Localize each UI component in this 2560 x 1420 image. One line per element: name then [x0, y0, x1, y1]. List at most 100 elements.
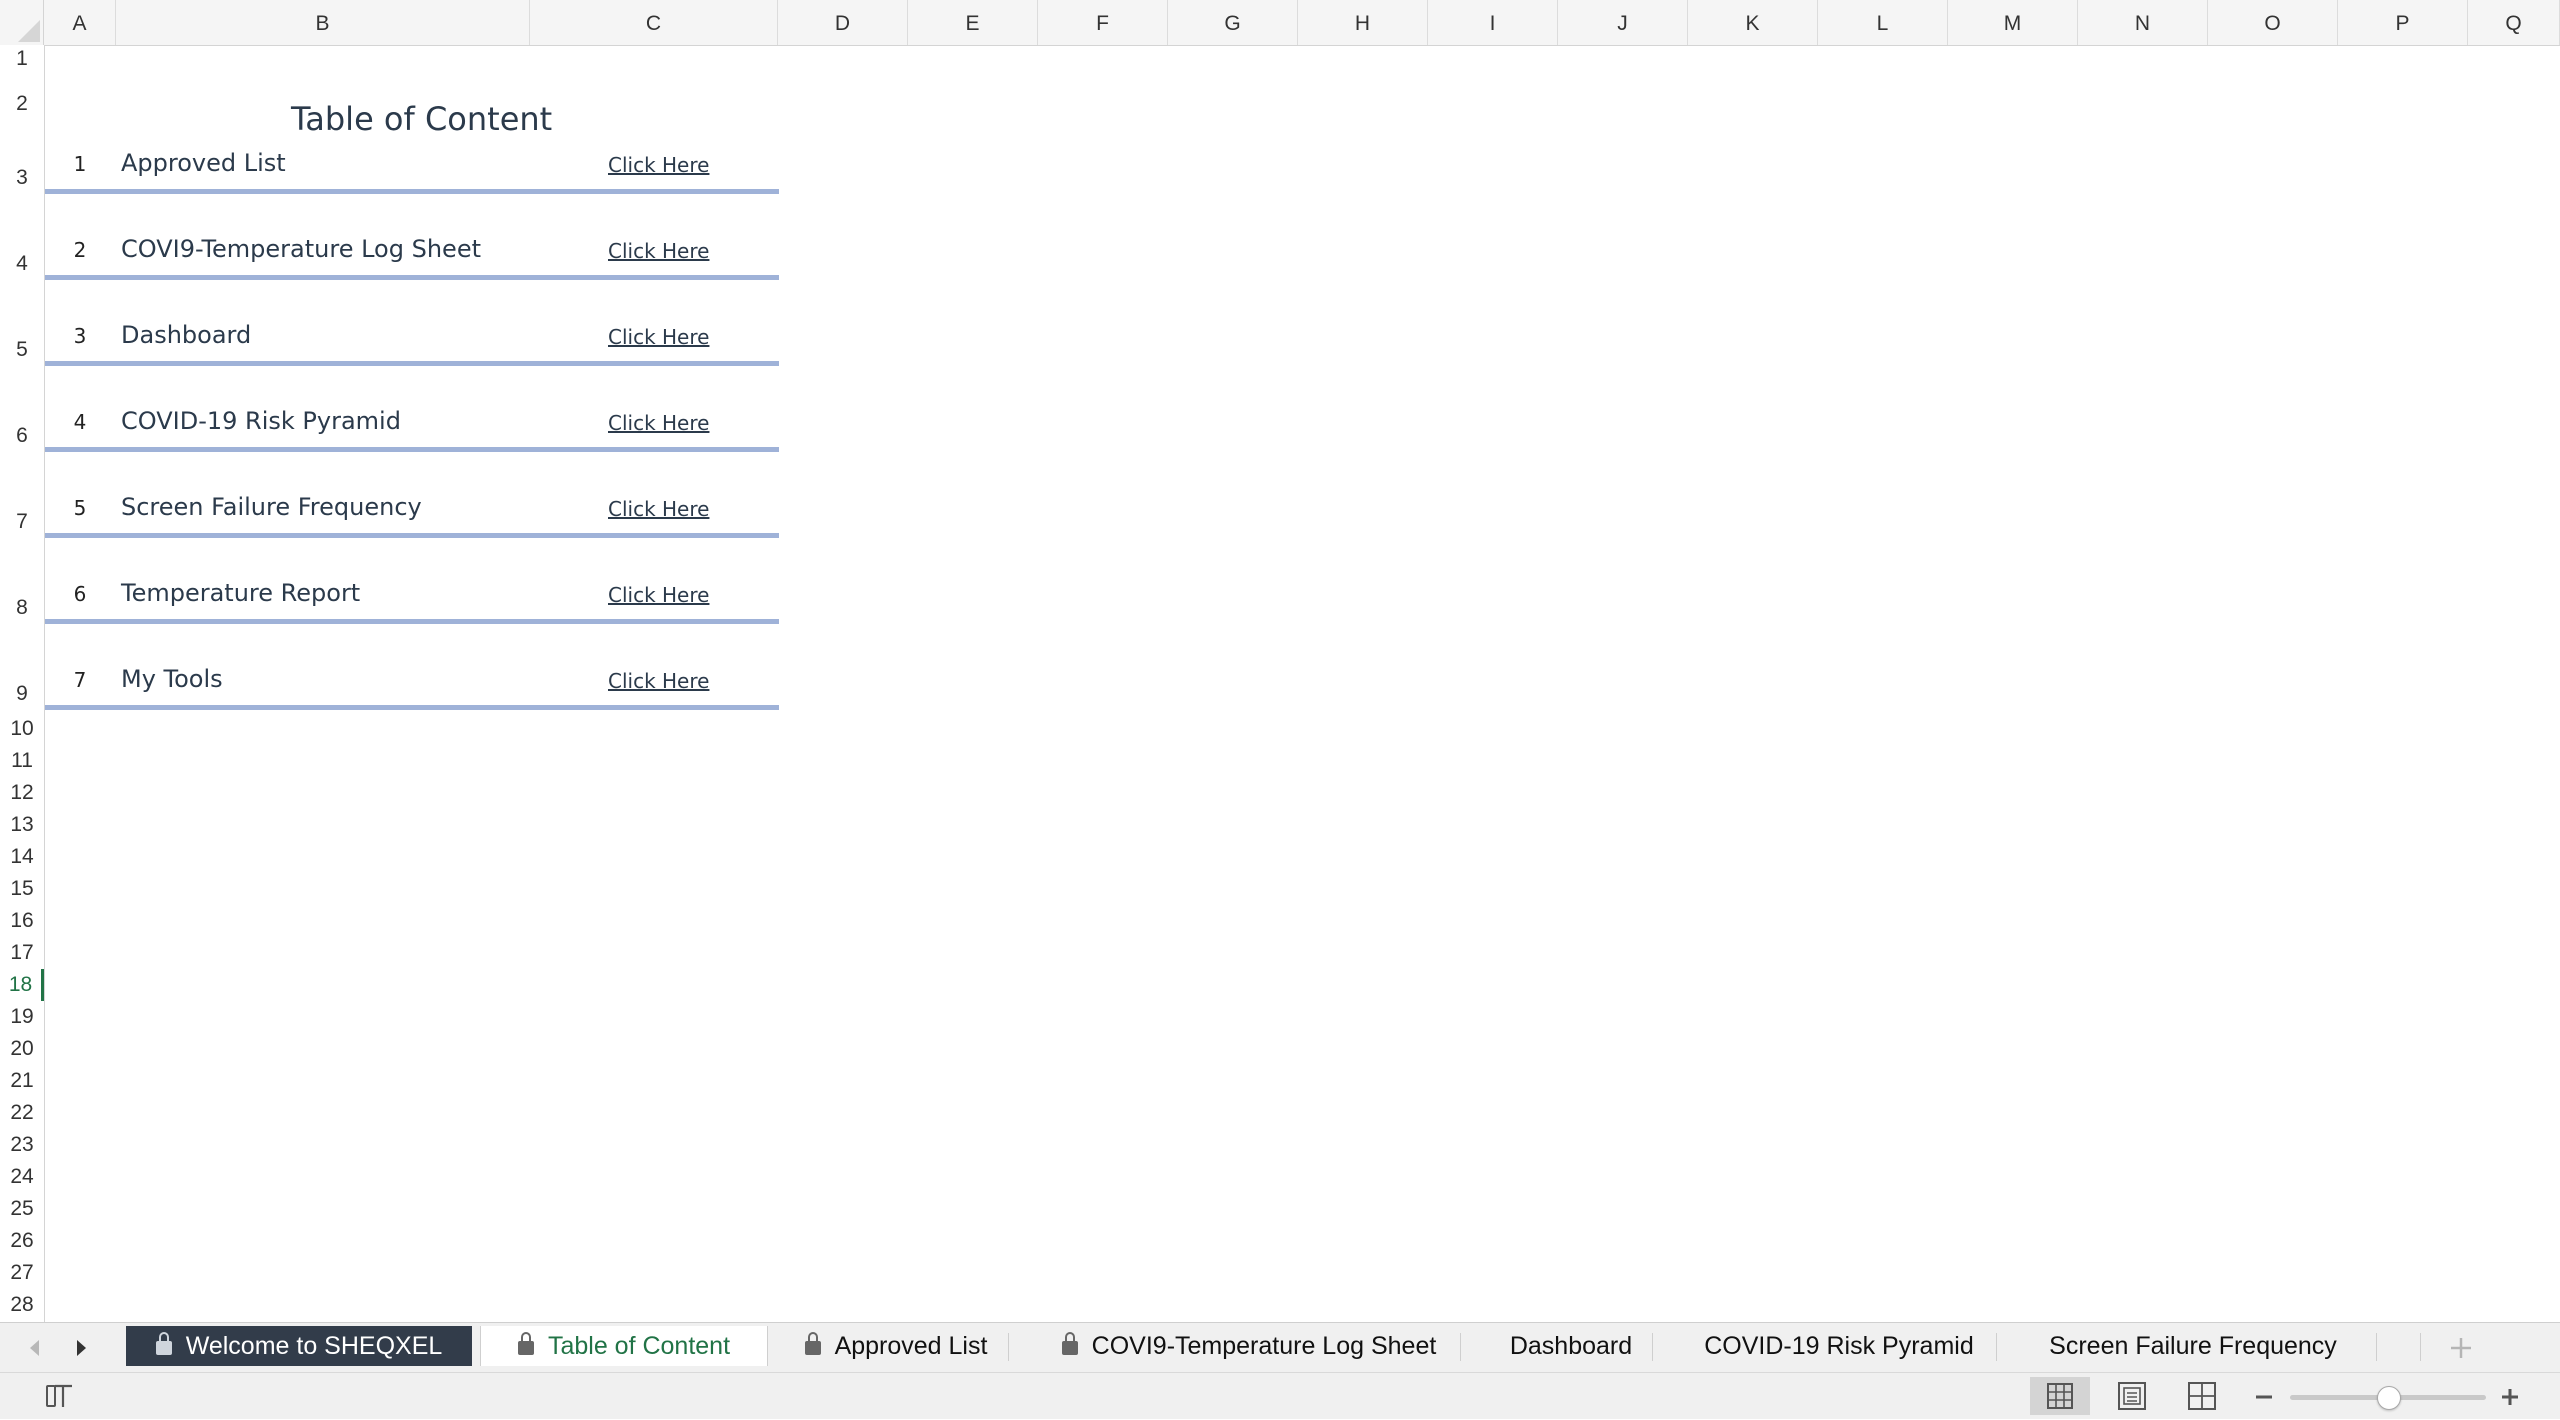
row-header-7[interactable]: 7 — [0, 452, 44, 538]
lock-icon — [517, 1332, 534, 1355]
chevron-right-icon[interactable] — [66, 1333, 96, 1363]
row-header-20[interactable]: 20 — [0, 1033, 44, 1065]
toc-item-number: 4 — [73, 410, 87, 434]
column-header-n[interactable]: N — [2078, 0, 2208, 45]
grid-view-icon[interactable] — [2030, 1377, 2090, 1415]
chevron-left-icon[interactable] — [20, 1333, 50, 1363]
row-header-1[interactable]: 1 — [0, 45, 44, 75]
select-all-corner[interactable] — [0, 0, 44, 45]
row-header-10[interactable]: 10 — [0, 710, 44, 745]
lock-icon — [1061, 1332, 1078, 1355]
sheet-tab-label: Screen Failure Frequency — [2049, 1332, 2337, 1360]
toc-title: Table of Content — [291, 100, 553, 138]
page-break-icon[interactable] — [2172, 1377, 2232, 1415]
tab-separator — [1008, 1333, 1009, 1361]
column-header-h[interactable]: H — [1298, 0, 1428, 45]
row-header-24[interactable]: 24 — [0, 1161, 44, 1193]
column-header-c[interactable]: C — [530, 0, 778, 45]
row-header-21[interactable]: 21 — [0, 1065, 44, 1097]
sheet-tab-bar: Welcome to SHEQXEL Table of Content Approv… — [0, 1322, 2560, 1373]
sheet-tab-label: Welcome to SHEQXEL — [185, 1332, 443, 1360]
row-header-16[interactable]: 16 — [0, 905, 44, 937]
tab-separator — [1652, 1333, 1653, 1361]
sheet-tab-covi9-temperature-log-sheet[interactable]: COVI9-Temperature Log Sheet — [1024, 1326, 1474, 1366]
column-header-d[interactable]: D — [778, 0, 908, 45]
column-header-k[interactable]: K — [1688, 0, 1818, 45]
toc-item-underline — [45, 619, 779, 624]
toc-item-underline — [45, 447, 779, 452]
row-header-19[interactable]: 19 — [0, 1001, 44, 1033]
sheet-tab-label: Approved List — [834, 1332, 988, 1360]
sheet-tab-dashboard[interactable]: Dashboard — [1476, 1326, 1666, 1366]
row-header-27[interactable]: 27 — [0, 1257, 44, 1289]
row-header-6[interactable]: 6 — [0, 366, 44, 452]
toc-item-link[interactable]: Click Here — [608, 497, 709, 521]
minus-icon[interactable] — [2252, 1385, 2276, 1409]
sheet-tab-approved-list[interactable]: Approved List — [770, 1326, 1022, 1366]
row-header-13[interactable]: 13 — [0, 809, 44, 841]
lock-icon — [155, 1332, 172, 1355]
row-header-3[interactable]: 3 — [0, 120, 44, 194]
toc-item-underline — [45, 189, 779, 194]
row-header-9[interactable]: 9 — [0, 624, 44, 710]
column-header-bar: ABCDEFGHIJKLMNOPQ — [0, 0, 2560, 46]
row-header-15[interactable]: 15 — [0, 873, 44, 905]
tab-separator — [1460, 1333, 1461, 1361]
row-header-17[interactable]: 17 — [0, 937, 44, 969]
sheet-grid[interactable]: Table of Content 1 Approved List Click Her… — [45, 46, 2560, 1322]
toc-item-link[interactable]: Click Here — [608, 583, 709, 607]
row-header-23[interactable]: 23 — [0, 1129, 44, 1161]
toc-item-link[interactable]: Click Here — [608, 411, 709, 435]
sheet-tab-welcome-to-sheqxel[interactable]: Welcome to SHEQXEL — [126, 1326, 472, 1366]
sheet-tab-covid-19-risk-pyramid[interactable]: COVID-19 Risk Pyramid — [1668, 1326, 2010, 1366]
sheet-tab-table-of-content[interactable]: Table of Content — [480, 1326, 768, 1366]
column-header-f[interactable]: F — [1038, 0, 1168, 45]
row-header-4[interactable]: 4 — [0, 194, 44, 280]
column-header-i[interactable]: I — [1428, 0, 1558, 45]
row-header-22[interactable]: 22 — [0, 1097, 44, 1129]
row-header-14[interactable]: 14 — [0, 841, 44, 873]
plus-icon[interactable] — [2444, 1331, 2478, 1365]
tab-separator — [2376, 1333, 2377, 1361]
row-header-28[interactable]: 28 — [0, 1289, 44, 1321]
toc-item-link[interactable]: Click Here — [608, 153, 709, 177]
toc-item-name: Screen Failure Frequency — [121, 493, 422, 521]
toc-item-number: 2 — [73, 238, 87, 262]
toc-item-underline — [45, 275, 779, 280]
plus-icon[interactable] — [2498, 1385, 2522, 1409]
row-header-11[interactable]: 11 — [0, 745, 44, 777]
zoom-slider[interactable] — [2290, 1386, 2486, 1410]
row-header-26[interactable]: 26 — [0, 1225, 44, 1257]
column-header-g[interactable]: G — [1168, 0, 1298, 45]
column-header-l[interactable]: L — [1818, 0, 1948, 45]
column-header-j[interactable]: J — [1558, 0, 1688, 45]
toc-item-link[interactable]: Click Here — [608, 239, 709, 263]
column-header-e[interactable]: E — [908, 0, 1038, 45]
row-header-2[interactable]: 2 — [0, 75, 44, 120]
sheet-tab-screen-failure-frequency[interactable]: Screen Failure Frequency — [2012, 1326, 2374, 1366]
toc-item-number: 1 — [73, 152, 87, 176]
column-header-p[interactable]: P — [2338, 0, 2468, 45]
sheet-tab-label: COVI9-Temperature Log Sheet — [1091, 1332, 1437, 1360]
toc-item-number: 6 — [73, 582, 87, 606]
toc-item-number: 3 — [73, 324, 87, 348]
toc-item-link[interactable]: Click Here — [608, 669, 709, 693]
row-header-8[interactable]: 8 — [0, 538, 44, 624]
sheet-tab-label: Table of Content — [547, 1332, 731, 1360]
tab-separator — [2420, 1333, 2421, 1361]
row-header-12[interactable]: 12 — [0, 777, 44, 809]
toc-item-underline — [45, 533, 779, 538]
toc-item-name: My Tools — [121, 665, 223, 693]
row-header-18[interactable]: 18 — [0, 969, 44, 1001]
page-layout-icon[interactable] — [2102, 1377, 2162, 1415]
column-header-a[interactable]: A — [44, 0, 116, 45]
row-header-5[interactable]: 5 — [0, 280, 44, 366]
column-header-m[interactable]: M — [1948, 0, 2078, 45]
column-header-b[interactable]: B — [116, 0, 530, 45]
row-header-25[interactable]: 25 — [0, 1193, 44, 1225]
zoom-slider-knob[interactable] — [2377, 1386, 2401, 1410]
toc-item-link[interactable]: Click Here — [608, 325, 709, 349]
macro-record-icon[interactable] — [44, 1381, 78, 1411]
column-header-o[interactable]: O — [2208, 0, 2338, 45]
column-header-q[interactable]: Q — [2468, 0, 2560, 45]
